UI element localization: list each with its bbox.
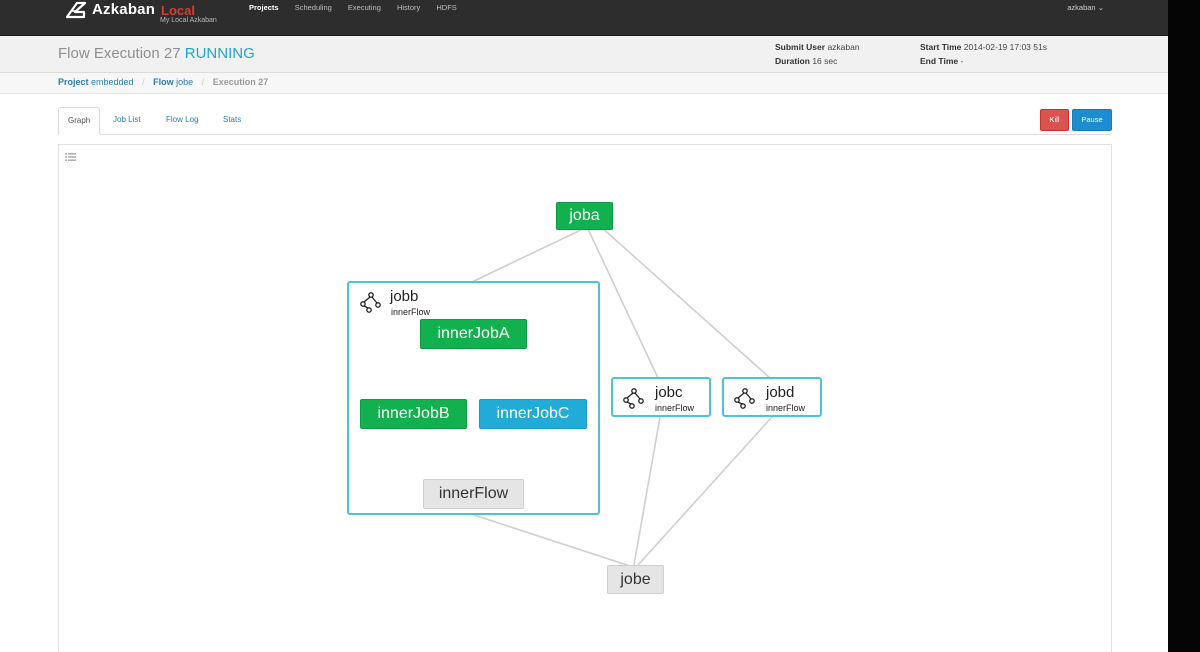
brand-subtitle: My Local Azkaban xyxy=(160,17,217,24)
flow-icon xyxy=(734,388,755,409)
tab-stats[interactable]: Stats xyxy=(223,107,241,133)
breadcrumb-flow-link[interactable]: jobe xyxy=(176,77,193,87)
flow-icon xyxy=(360,292,381,313)
brand-name: Azkaban xyxy=(92,1,156,18)
flow-node-jobc[interactable]: jobc innerFlow xyxy=(611,377,711,417)
job-node-innerJobC[interactable]: innerJobC xyxy=(479,399,587,429)
tab-flow-log[interactable]: Flow Log xyxy=(166,107,198,133)
breadcrumb-project-label: Project xyxy=(58,77,89,87)
breadcrumb-separator: / xyxy=(142,77,145,87)
list-toggle-icon[interactable] xyxy=(65,152,76,162)
job-node-joba[interactable]: joba xyxy=(556,202,613,230)
status-label: RUNNING xyxy=(184,45,255,62)
end-time-value: - xyxy=(960,56,964,66)
duration-label: Duration xyxy=(775,56,810,66)
nav-executing[interactable]: Executing xyxy=(348,3,381,12)
breadcrumb: Project embedded / Flow jobe / Execution… xyxy=(0,73,1168,94)
start-time-value: 2014-02-19 17:03 51s xyxy=(963,42,1047,52)
brand-env: Local xyxy=(161,3,195,18)
tab-job-list[interactable]: Job List xyxy=(113,107,141,133)
submit-user-value: azkaban xyxy=(827,42,860,52)
execution-meta-user: Submit User azkaban Duration 16 sec xyxy=(775,40,860,68)
kill-button[interactable]: Kill xyxy=(1040,109,1069,131)
chevron-down-icon: ⌄ xyxy=(1097,3,1104,12)
job-node-innerJobB[interactable]: innerJobB xyxy=(360,399,467,429)
duration-value: 16 sec xyxy=(812,56,838,66)
flow-node-jobd[interactable]: jobd innerFlow xyxy=(722,377,822,417)
pause-button[interactable]: Pause xyxy=(1072,109,1112,131)
window-edge xyxy=(1168,0,1200,652)
job-node-jobe[interactable]: jobe xyxy=(607,565,664,594)
execution-header: Flow Execution 27 RUNNING Submit User az… xyxy=(0,36,1168,73)
execution-tabs: Graph Job List Flow Log Stats xyxy=(58,107,1110,135)
nav-scheduling[interactable]: Scheduling xyxy=(295,3,332,12)
page-title: Flow Execution 27 RUNNING xyxy=(58,45,255,62)
flow-type-jobb: innerFlow xyxy=(391,307,431,317)
user-menu[interactable]: azkaban ⌄ xyxy=(1067,3,1104,12)
user-name: azkaban xyxy=(1067,3,1096,12)
top-navbar: Azkaban Local My Local Azkaban Projects … xyxy=(0,0,1168,36)
nav-hdfs[interactable]: HDFS xyxy=(436,3,456,12)
breadcrumb-flow-label: Flow xyxy=(153,77,174,87)
flow-icon xyxy=(623,388,644,409)
flow-type-jobd: innerFlow xyxy=(766,403,806,413)
breadcrumb-execution: Execution 27 xyxy=(212,77,269,87)
flow-name-jobc: jobc xyxy=(655,384,683,401)
azkaban-logo-icon xyxy=(65,1,87,19)
submit-user-label: Submit User xyxy=(775,42,826,52)
start-time-label: Start Time xyxy=(920,42,962,52)
job-node-innerJobA[interactable]: innerJobA xyxy=(420,319,527,349)
end-time-label: End Time xyxy=(920,56,959,66)
job-node-innerFlow[interactable]: innerFlow xyxy=(423,479,524,509)
nav-projects[interactable]: Projects xyxy=(249,3,279,12)
tab-graph[interactable]: Graph xyxy=(58,107,101,135)
flow-name-jobb: jobb xyxy=(390,288,419,305)
nav-links: Projects Scheduling Executing History HD… xyxy=(249,3,471,12)
flow-type-jobc: innerFlow xyxy=(655,403,695,413)
page: Azkaban Local My Local Azkaban Projects … xyxy=(0,0,1168,652)
breadcrumb-separator: / xyxy=(201,77,205,87)
breadcrumb-project-link[interactable]: embedded xyxy=(91,77,134,87)
flow-name-jobd: jobd xyxy=(766,384,795,401)
title-text: Flow Execution 27 xyxy=(58,45,181,62)
nav-history[interactable]: History xyxy=(397,3,420,12)
execution-meta-time: Start Time 2014-02-19 17:03 51s End Time… xyxy=(920,40,1047,68)
